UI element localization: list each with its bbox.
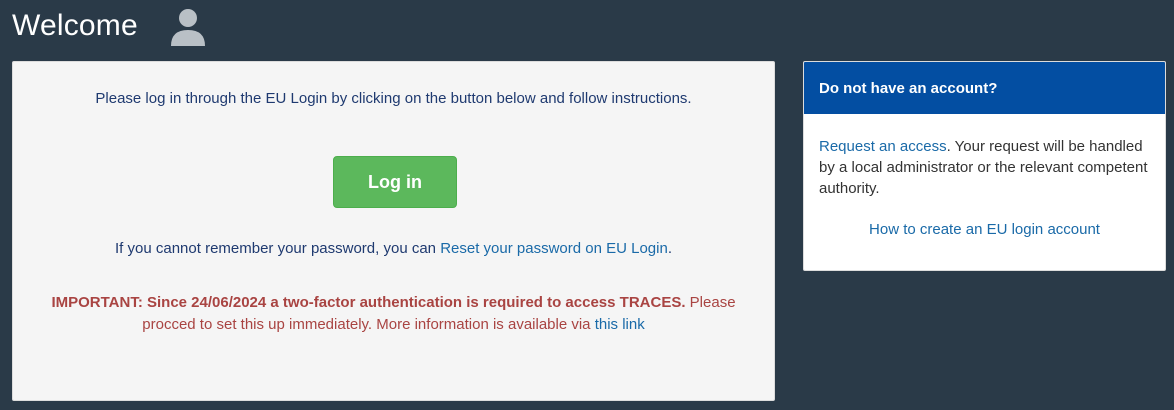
login-button[interactable]: Log in (333, 156, 457, 208)
account-panel: Do not have an account? Request an acces… (803, 61, 1166, 271)
login-instructions: Please log in through the EU Login by cl… (95, 90, 692, 107)
request-access-text: Request an access. Your request will be … (819, 136, 1150, 199)
more-info-link[interactable]: this link (595, 316, 645, 333)
login-panel: Please log in through the EU Login by cl… (12, 61, 775, 401)
page-header: Welcome (12, 4, 208, 48)
user-icon (170, 9, 205, 46)
create-account-help-link[interactable]: How to create an EU login account (869, 221, 1100, 238)
important-notice-bold: IMPORTANT: Since 24/06/2024 a two-factor… (51, 294, 686, 311)
request-access-link[interactable]: Request an access (819, 138, 947, 155)
account-panel-header: Do not have an account? (804, 62, 1165, 114)
reset-password-prefix: If you cannot remember your password, yo… (115, 240, 441, 257)
reset-password-suffix: . (667, 240, 672, 257)
reset-password-link[interactable]: Reset your password on EU Login (440, 240, 668, 257)
reset-password-text: If you cannot remember your password, yo… (33, 238, 754, 260)
page-title: Welcome (12, 9, 138, 42)
account-panel-body: Request an access. Your request will be … (804, 114, 1165, 240)
important-notice: IMPORTANT: Since 24/06/2024 a two-factor… (23, 292, 764, 336)
howto-container: How to create an EU login account (819, 219, 1150, 240)
